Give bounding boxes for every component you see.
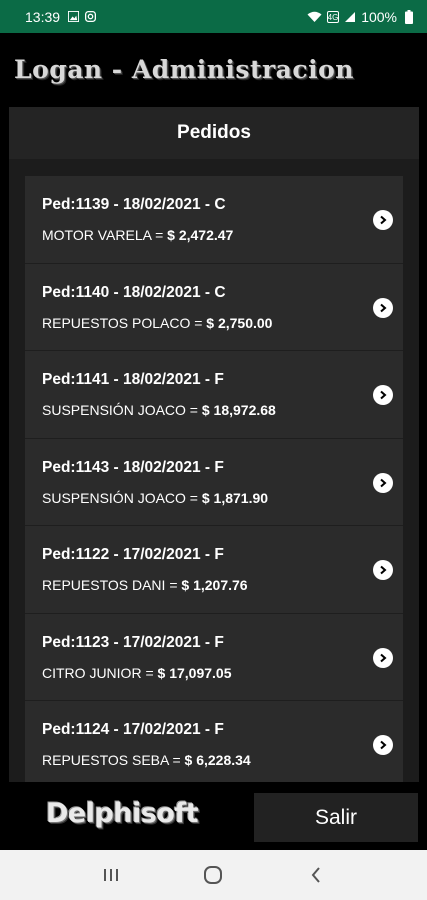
recent-apps-button[interactable] — [91, 855, 131, 895]
order-row[interactable]: Ped:1123 - 17/02/2021 - F CITRO JUNIOR = … — [25, 614, 403, 701]
instagram-notification-icon — [85, 11, 97, 22]
order-client: SUSPENSIÓN JOACO = — [42, 489, 202, 506]
chevron-right-icon[interactable] — [373, 297, 393, 318]
status-bar: 13:39 4G 100% — [0, 0, 427, 33]
order-amount: $ 2,750.00 — [206, 314, 273, 331]
order-header: Ped:1124 - 17/02/2021 - F — [42, 721, 224, 738]
chevron-right-icon[interactable] — [373, 472, 393, 493]
app-header: Logan - Administracion — [0, 33, 427, 105]
order-detail: MOTOR VARELA = $ 2,472.47 — [42, 226, 403, 244]
order-detail: SUSPENSIÓN JOACO = $ 18,972.68 — [42, 401, 403, 419]
order-header: Ped:1139 - 18/02/2021 - C — [42, 196, 226, 213]
gallery-notification-icon — [68, 11, 80, 22]
battery-icon — [405, 9, 413, 24]
delphisoft-logo: Delphisoft — [46, 798, 199, 829]
order-row[interactable]: Ped:1124 - 17/02/2021 - F REPUESTOS SEBA … — [25, 701, 403, 782]
battery-percent: 100% — [361, 8, 397, 25]
order-row[interactable]: Ped:1140 - 18/02/2021 - C REPUESTOS POLAC… — [25, 264, 403, 351]
order-header: Ped:1141 - 18/02/2021 - F — [42, 371, 224, 388]
order-row[interactable]: Ped:1139 - 18/02/2021 - C MOTOR VARELA = … — [25, 176, 403, 264]
order-detail: REPUESTOS POLACO = $ 2,750.00 — [42, 314, 403, 332]
home-button[interactable] — [193, 855, 233, 895]
wifi-icon — [307, 11, 322, 22]
order-detail: CITRO JUNIOR = $ 17,097.05 — [42, 664, 403, 682]
chevron-right-icon[interactable] — [373, 560, 393, 580]
order-detail: REPUESTOS DANI = $ 1,207.76 — [42, 576, 403, 594]
order-header: Ped:1143 - 18/02/2021 - F — [42, 458, 224, 476]
order-row[interactable]: Ped:1143 - 18/02/2021 - F SUSPENSIÓN JOAC… — [25, 439, 403, 526]
order-row[interactable]: Ped:1141 - 18/02/2021 - F SUSPENSIÓN JOAC… — [25, 351, 403, 439]
order-amount: $ 1,207.76 — [181, 577, 248, 593]
chevron-right-icon[interactable] — [373, 385, 393, 405]
chevron-right-icon[interactable] — [373, 735, 393, 755]
order-client: REPUESTOS POLACO = — [42, 314, 207, 331]
android-nav-bar — [0, 850, 427, 900]
recent-apps-icon — [104, 869, 119, 881]
order-amount: $ 1,871.90 — [201, 489, 269, 506]
footer: Delphisoft Salir — [0, 782, 427, 850]
order-amount: $ 2,472.47 — [167, 227, 234, 243]
order-header: Ped:1122 - 17/02/2021 - F — [42, 546, 224, 563]
order-row[interactable]: Ped:1122 - 17/02/2021 - F REPUESTOS DANI … — [25, 526, 403, 614]
orders-list[interactable]: Ped:1139 - 18/02/2021 - C MOTOR VARELA = … — [25, 176, 403, 782]
back-button[interactable] — [296, 855, 336, 895]
order-header: Ped:1140 - 18/02/2021 - C — [42, 283, 226, 301]
app-title: Logan - Administracion — [14, 54, 354, 84]
order-amount: $ 6,228.34 — [184, 752, 251, 768]
exit-button[interactable]: Salir — [254, 793, 418, 842]
svg-text:4G: 4G — [328, 13, 339, 22]
home-icon — [204, 866, 223, 884]
panel-title: Pedidos — [9, 107, 419, 159]
status-time: 13:39 — [25, 8, 61, 25]
order-client: REPUESTOS DANI = — [42, 577, 182, 593]
order-client: MOTOR VARELA = — [42, 227, 168, 243]
order-amount: $ 17,097.05 — [157, 664, 232, 681]
data-icon: 4G — [327, 10, 340, 23]
chevron-right-icon[interactable] — [373, 210, 393, 230]
order-client: SUSPENSIÓN JOACO = — [42, 402, 202, 418]
chevron-right-icon[interactable] — [373, 647, 393, 668]
orders-panel: Pedidos Ped:1139 - 18/02/2021 - C MOTOR V… — [9, 107, 419, 782]
back-icon — [311, 867, 320, 883]
order-client: REPUESTOS SEBA = — [42, 752, 185, 768]
signal-icon — [345, 11, 356, 22]
order-amount: $ 18,972.68 — [201, 402, 276, 418]
order-detail: SUSPENSIÓN JOACO = $ 1,871.90 — [42, 489, 403, 507]
order-header: Ped:1123 - 17/02/2021 - F — [42, 633, 224, 651]
order-client: CITRO JUNIOR = — [42, 664, 158, 681]
order-detail: REPUESTOS SEBA = $ 6,228.34 — [42, 751, 403, 769]
